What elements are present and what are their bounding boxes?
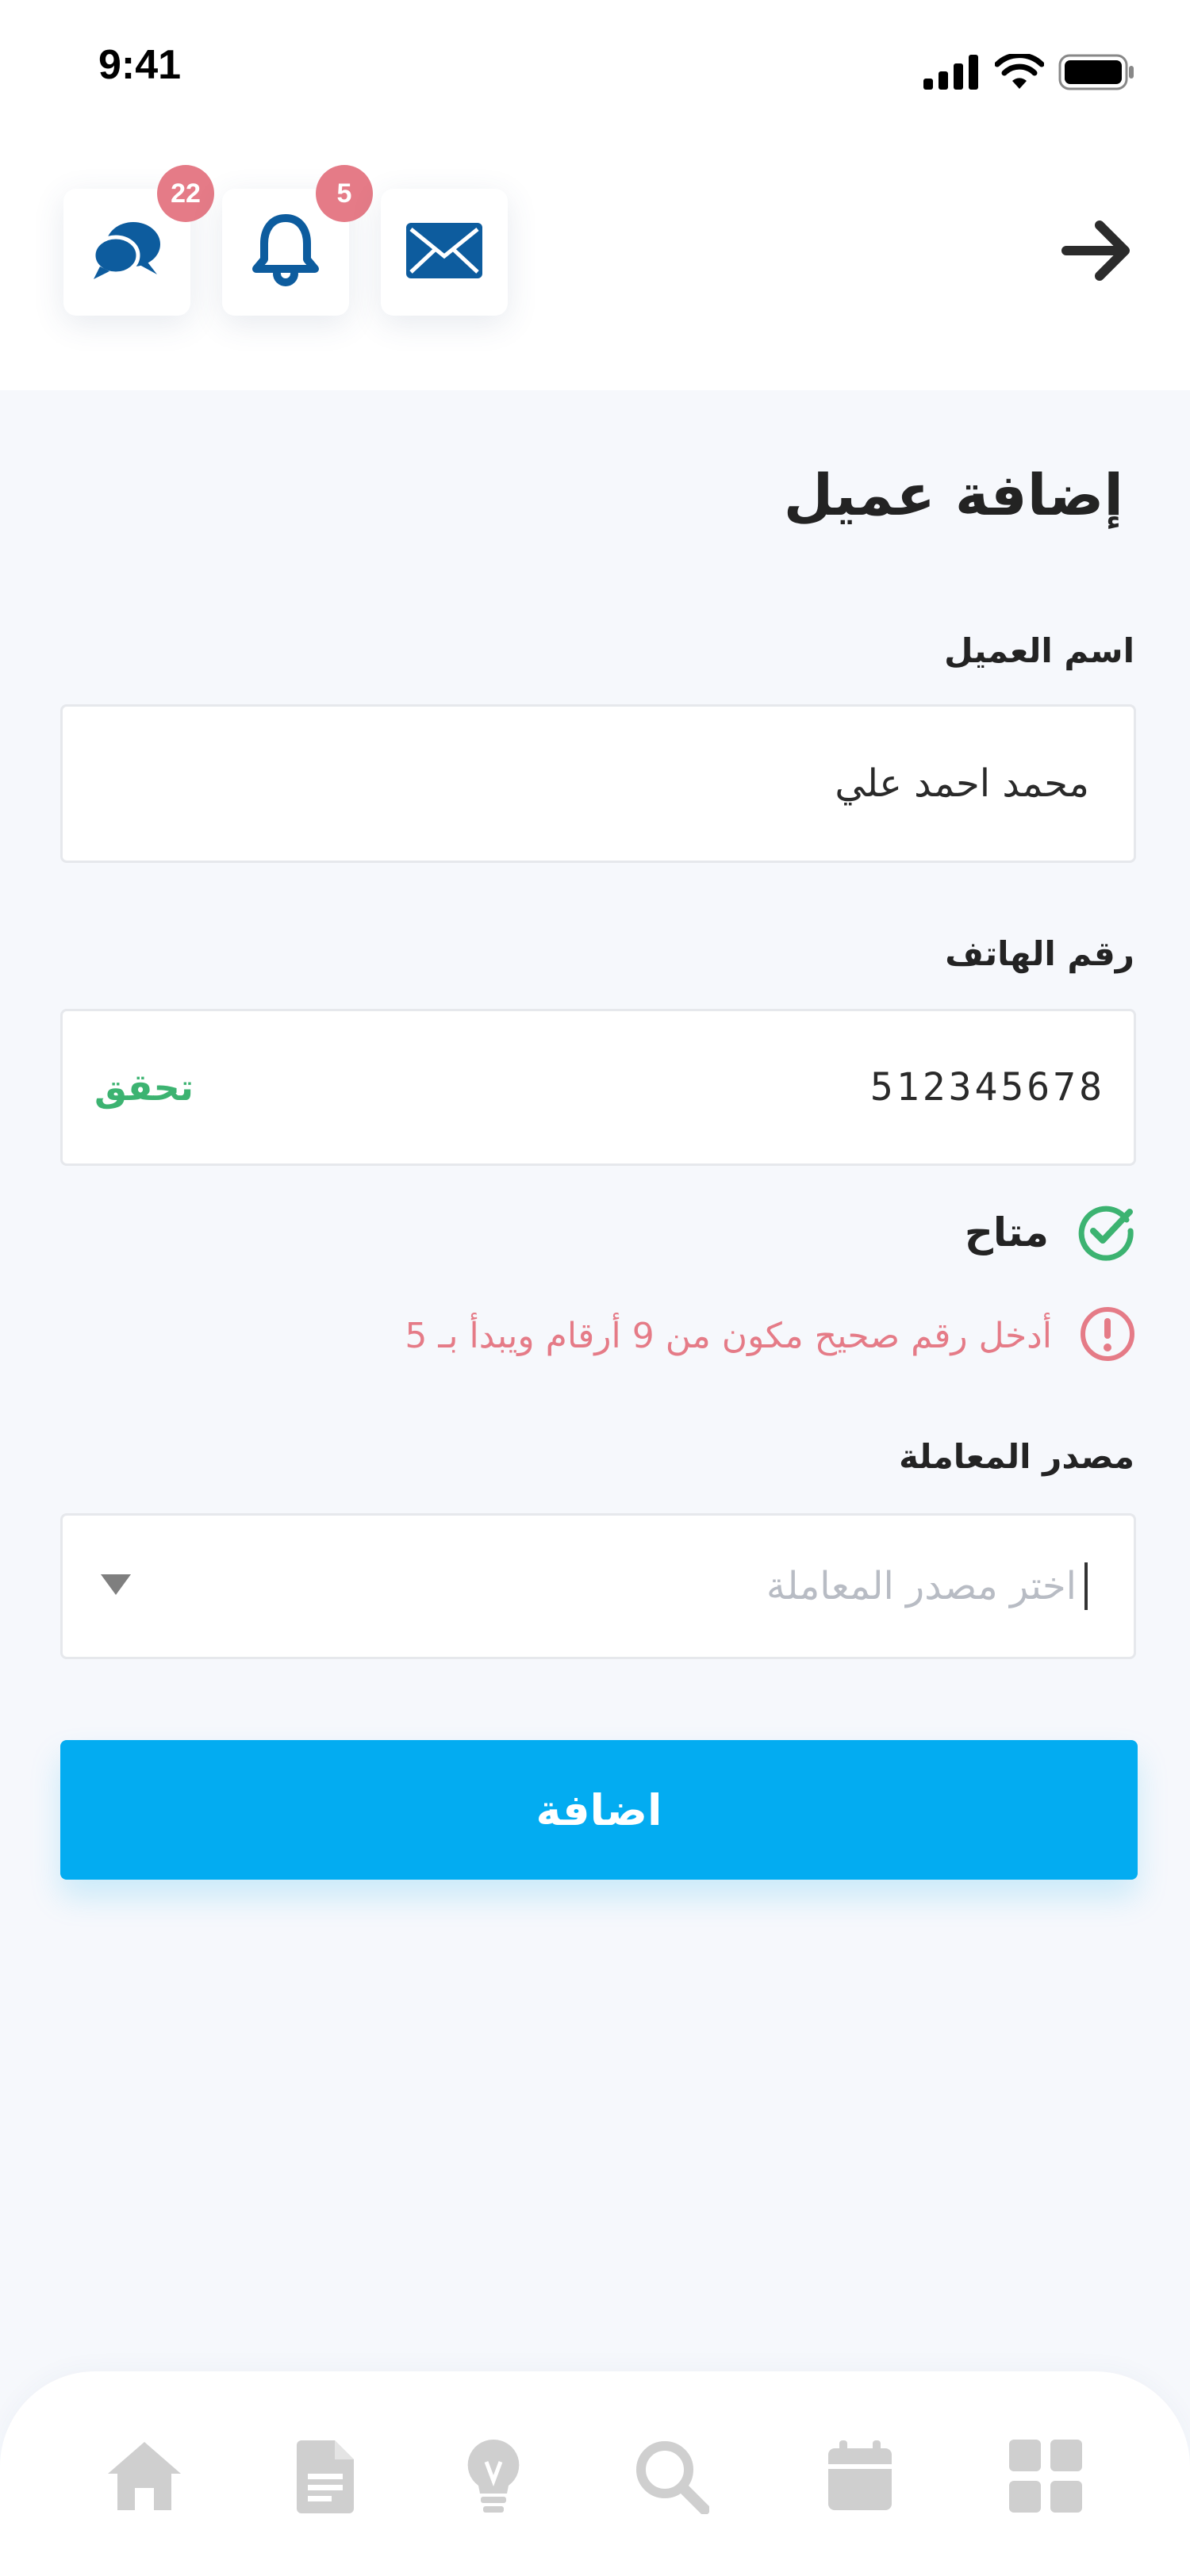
source-select[interactable]: اختر مصدر المعاملة — [60, 1513, 1136, 1659]
customer-name-input[interactable]: محمد احمد علي — [60, 704, 1136, 863]
caret-down-icon — [99, 1573, 132, 1600]
notifications-badge: 5 — [316, 165, 373, 222]
chat-bubbles-icon — [90, 219, 163, 286]
grid-icon[interactable] — [1006, 2436, 1085, 2516]
messages-button[interactable]: 22 — [63, 165, 214, 316]
check-circle-icon — [1076, 1201, 1136, 1264]
mail-button[interactable] — [381, 189, 508, 316]
bell-icon — [250, 213, 321, 291]
document-icon[interactable] — [286, 2436, 365, 2516]
available-text: متاح — [964, 1209, 1049, 1255]
signal-icon — [923, 55, 981, 93]
messages-badge: 22 — [157, 165, 214, 222]
source-label: مصدر المعاملة — [899, 1437, 1134, 1476]
status-icons — [923, 52, 1134, 94]
add-customer-button[interactable]: اضافة — [60, 1740, 1138, 1880]
status-time: 9:41 — [98, 42, 182, 88]
exclamation-circle-icon — [1079, 1305, 1136, 1366]
source-placeholder: اختر مصدر المعاملة — [766, 1562, 1088, 1610]
arrow-right-icon[interactable] — [1061, 219, 1133, 286]
customer-name-value: محمد احمد علي — [835, 761, 1089, 806]
availability-status: متاح — [965, 1201, 1136, 1264]
battery-icon — [1058, 54, 1134, 94]
phone-input[interactable]: 512345678 تحقق — [60, 1009, 1136, 1166]
phone-value: 512345678 — [869, 1065, 1105, 1110]
lightbulb-icon[interactable] — [454, 2436, 533, 2516]
verify-button[interactable]: تحقق — [94, 1066, 194, 1109]
search-icon[interactable] — [631, 2436, 711, 2516]
top-header: 9:41 22 5 — [0, 0, 1190, 390]
wifi-icon — [994, 52, 1045, 94]
phone-label: رقم الهاتف — [945, 934, 1134, 973]
bottom-nav — [0, 2371, 1190, 2576]
phone-error: أدخل رقم صحيح مكون من 9 أرقام ويبدأ بـ 5 — [405, 1305, 1136, 1366]
notifications-button[interactable]: 5 — [222, 165, 373, 316]
error-text: أدخل رقم صحيح مكون من 9 أرقام ويبدأ بـ 5 — [405, 1315, 1052, 1356]
envelope-icon — [406, 223, 482, 282]
customer-name-label: اسم العميل — [944, 631, 1134, 670]
page-title: إضافة عميل — [783, 462, 1123, 528]
home-icon[interactable] — [105, 2436, 184, 2516]
calendar-icon[interactable] — [820, 2436, 900, 2516]
